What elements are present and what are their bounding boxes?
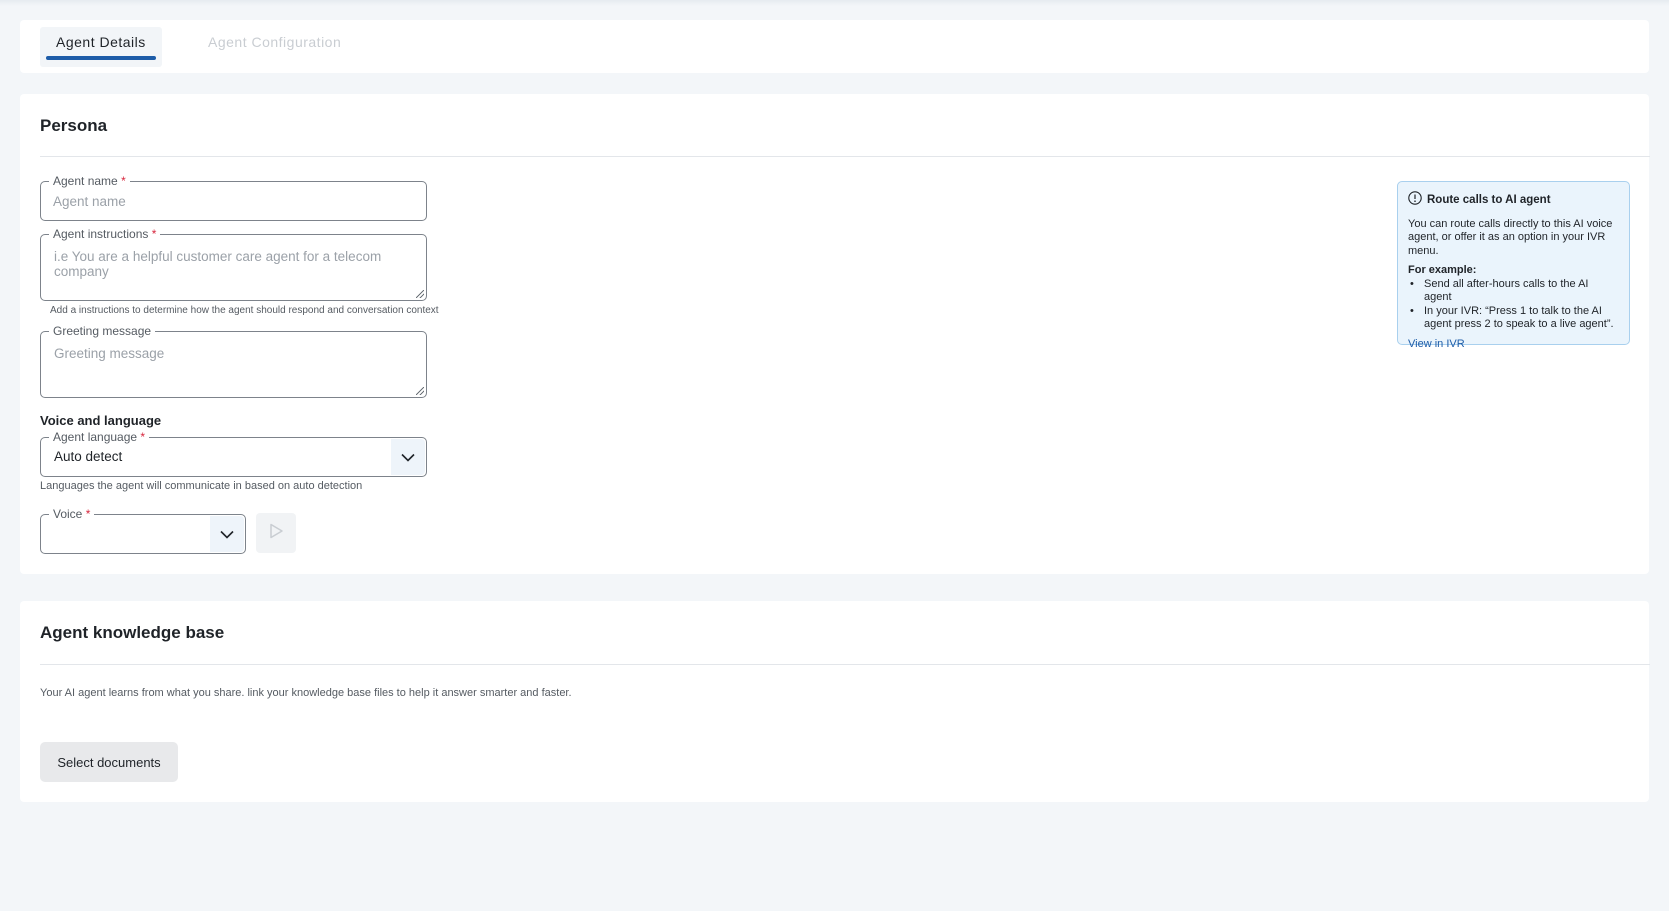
- list-item: In your IVR: “Press 1 to talk to the AI …: [1408, 305, 1619, 332]
- resize-handle[interactable]: [416, 387, 424, 395]
- greeting-message-label: Greeting message: [49, 324, 156, 338]
- info-box-title: Route calls to AI agent: [1408, 191, 1619, 210]
- knowledge-base-title: Agent knowledge base: [40, 623, 225, 642]
- agent-name-field: Agent name *: [40, 174, 427, 221]
- chevron-down-icon[interactable]: [210, 516, 244, 552]
- view-in-ivr-link[interactable]: View in IVR: [1408, 338, 1465, 352]
- greeting-message-input[interactable]: [41, 332, 426, 397]
- tabs-bar: Agent Details Agent Configuration: [20, 20, 1649, 73]
- top-shadow: [0, 0, 1669, 6]
- agent-instructions-input[interactable]: [41, 235, 426, 300]
- agent-name-label: Agent name *: [49, 174, 130, 188]
- agent-instructions-helper: Add a instructions to determine how the …: [50, 305, 439, 316]
- agent-language-label: Agent language *: [49, 430, 150, 444]
- info-box-body: You can route calls directly to this AI …: [1408, 217, 1613, 257]
- agent-language-value: Auto detect: [54, 449, 123, 464]
- info-box-example-heading: For example:: [1408, 264, 1477, 276]
- knowledge-base-description: Your AI agent learns from what you share…: [40, 687, 572, 699]
- route-calls-info-box: Route calls to AI agent You can route ca…: [1397, 181, 1630, 350]
- voice-language-heading: Voice and language: [40, 413, 162, 428]
- agent-instructions-label: Agent instructions *: [49, 227, 161, 241]
- list-item: Send all after-hours calls to the AI age…: [1408, 278, 1619, 305]
- chevron-down-icon[interactable]: [391, 439, 425, 475]
- info-circle-icon: [1408, 191, 1422, 210]
- agent-instructions-field: Agent instructions *: [40, 227, 427, 301]
- voice-select[interactable]: Voice *: [40, 507, 246, 554]
- persona-divider: [40, 156, 1650, 157]
- knowledge-base-card: Agent knowledge base Your AI agent learn…: [20, 601, 1650, 802]
- tab-agent-configuration[interactable]: Agent Configuration: [192, 27, 357, 67]
- info-box-examples: Send all after-hours calls to the AI age…: [1408, 278, 1619, 332]
- select-documents-button[interactable]: Select documents: [40, 742, 178, 782]
- voice-preview-button[interactable]: [256, 513, 296, 553]
- greeting-message-field: Greeting message: [40, 324, 427, 398]
- persona-card: Persona Agent name * Agent instructions …: [20, 94, 1650, 574]
- voice-label: Voice *: [49, 507, 95, 521]
- persona-title: Persona: [40, 116, 108, 135]
- agent-language-helper: Languages the agent will communicate in …: [40, 480, 363, 492]
- knowledge-base-divider: [40, 664, 1650, 665]
- resize-handle[interactable]: [416, 290, 424, 298]
- tab-agent-details[interactable]: Agent Details: [40, 27, 162, 67]
- play-icon: [267, 522, 285, 545]
- agent-language-select[interactable]: Agent language * Auto detect: [40, 430, 427, 477]
